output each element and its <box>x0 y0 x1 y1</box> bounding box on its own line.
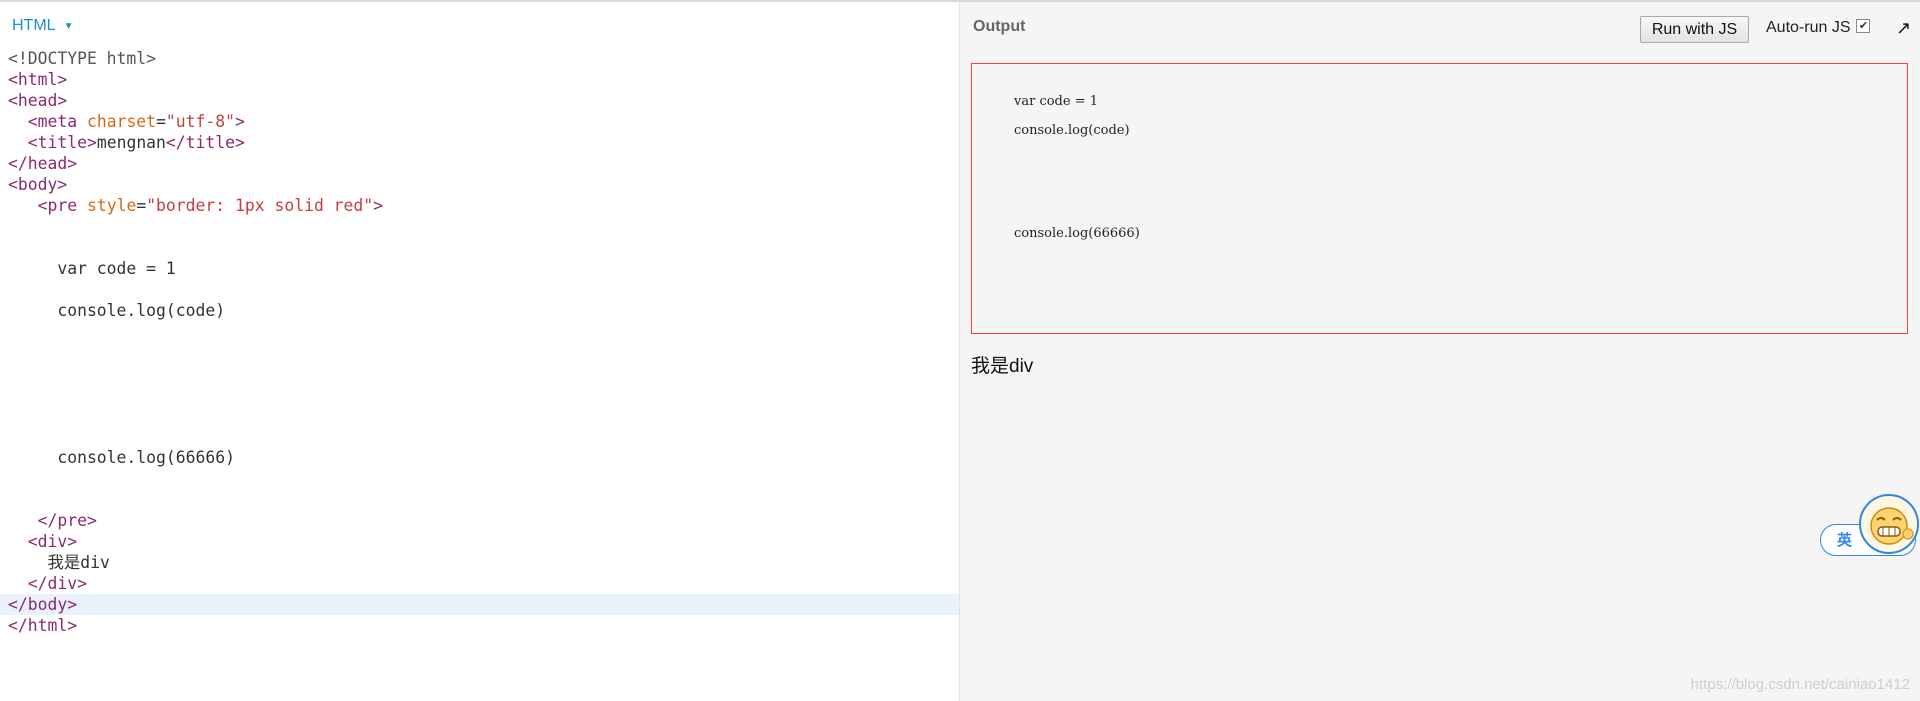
code-line-12[interactable] <box>0 279 959 300</box>
ime-language-label: 英 <box>1837 532 1853 549</box>
pre-line-1: var code = 1 <box>1014 94 1098 109</box>
code-line-21[interactable] <box>0 468 959 489</box>
rendered-div-text: 我是div <box>971 356 1034 377</box>
code-line-19[interactable] <box>0 426 959 447</box>
code-line-1[interactable]: <!DOCTYPE html> <box>0 48 959 69</box>
ime-floating-widget[interactable]: 英 <box>1820 494 1920 560</box>
run-with-js-button[interactable]: Run with JS <box>1640 16 1749 43</box>
title-tag-line: <title>mengnan</title> <box>27 133 245 152</box>
code-line-16[interactable] <box>0 363 959 384</box>
code-line-6[interactable]: </head> <box>0 153 959 174</box>
code-line-20[interactable]: console.log(66666) <box>0 447 959 468</box>
code-line-8[interactable]: <pre style="border: 1px solid red"> <box>0 195 959 216</box>
code-line-28[interactable]: </html> <box>0 615 959 636</box>
code-line-24[interactable]: <div> <box>0 531 959 552</box>
caret-down-icon: ▼ <box>63 20 74 32</box>
expand-icon[interactable]: ↗ <box>1896 18 1911 39</box>
ime-mascot-icon[interactable] <box>1859 494 1919 554</box>
pre-line-3: console.log(66666) <box>1014 226 1140 241</box>
html-editor-pane: HTML ▼ <!DOCTYPE html> <html> <head> <me… <box>0 2 960 701</box>
watermark: https://blog.csdn.net/cainiao1412 <box>1690 676 1910 693</box>
autorun-toggle[interactable]: Auto-run JS ✔ <box>1766 19 1871 37</box>
language-selector[interactable]: HTML ▼ <box>12 17 73 35</box>
code-editor[interactable]: <!DOCTYPE html> <html> <head> <meta char… <box>0 48 959 636</box>
code-line-4[interactable]: <meta charset="utf-8"> <box>0 111 959 132</box>
code-line-2[interactable]: <html> <box>0 69 959 90</box>
app-window: HTML ▼ <!DOCTYPE html> <html> <head> <me… <box>0 0 1920 701</box>
autorun-label: Auto-run JS <box>1766 19 1851 36</box>
code-line-17[interactable] <box>0 384 959 405</box>
code-line-26[interactable]: </div> <box>0 573 959 594</box>
output-title: Output <box>973 18 1026 35</box>
code-line-27[interactable]: </body> <box>0 594 959 615</box>
pre-line-2: console.log(code) <box>1014 123 1130 138</box>
code-line-9[interactable] <box>0 216 959 237</box>
code-line-10[interactable] <box>0 237 959 258</box>
code-line-13[interactable]: console.log(code) <box>0 300 959 321</box>
code-line-18[interactable] <box>0 405 959 426</box>
code-line-22[interactable] <box>0 489 959 510</box>
code-line-25[interactable]: 我是div <box>0 552 959 573</box>
code-line-15[interactable] <box>0 342 959 363</box>
code-line-5[interactable]: <title>mengnan</title> <box>0 132 959 153</box>
code-line-11[interactable]: var code = 1 <box>0 258 959 279</box>
code-line-14[interactable] <box>0 321 959 342</box>
output-pane: Output Run with JS Auto-run JS ✔ ↗ var c… <box>960 2 1920 701</box>
code-line-23[interactable]: </pre> <box>0 510 959 531</box>
code-line-3[interactable]: <head> <box>0 90 959 111</box>
pre-tag-line: <pre style="border: 1px solid red"> <box>37 196 384 215</box>
code-line-7[interactable]: <body> <box>0 174 959 195</box>
autorun-checkbox[interactable]: ✔ <box>1856 19 1871 33</box>
language-label: HTML <box>12 17 56 34</box>
meta-tag-line: <meta charset="utf-8"> <box>27 112 245 131</box>
rendered-pre-block: var code = 1 console.log(code) console.l… <box>971 63 1908 334</box>
